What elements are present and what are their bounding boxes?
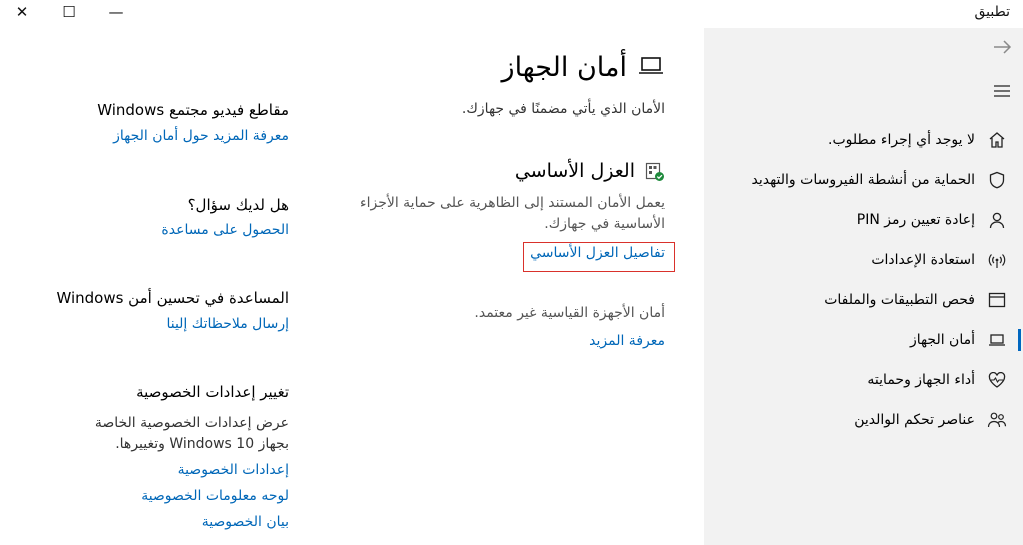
privacy-dashboard-link[interactable]: لوحه معلومات الخصوصية: [141, 488, 289, 504]
nav-virus-protection[interactable]: الحماية من أنشطة الفيروسات والتهديد: [704, 160, 1023, 200]
privacy-description: عرض إعدادات الخصوصية الخاصة بجهاز Window…: [95, 413, 289, 455]
nav-label: الحماية من أنشطة الفيروسات والتهديد: [751, 172, 976, 188]
nav-label: أمان الجهاز: [909, 332, 975, 348]
privacy-statement-link[interactable]: بيان الخصوصية: [202, 514, 289, 530]
back-arrow-icon[interactable]: [991, 36, 1013, 58]
videos-heading: مقاطع فيديو مجتمع Windows: [97, 101, 289, 119]
nav-label: عناصر تحكم الوالدين: [854, 412, 975, 428]
core-isolation-description: يعمل الأمان المستند إلى الظاهرية على حما…: [335, 193, 665, 235]
question-heading: هل لديك سؤال؟: [187, 196, 289, 214]
nav-family-options[interactable]: عناصر تحكم الوالدين: [704, 400, 1023, 440]
core-isolation-icon: [645, 162, 665, 186]
laptop-icon: [638, 56, 664, 80]
get-help-link[interactable]: الحصول على مساعدة: [161, 222, 289, 238]
learn-more-link[interactable]: معرفة المزيد: [589, 333, 665, 349]
hamburger-menu-icon[interactable]: [991, 80, 1013, 102]
browser-window-icon: [977, 280, 1017, 320]
nav-app-browser-control[interactable]: فحص التطبيقات والملفات: [704, 280, 1023, 320]
privacy-heading: تغيير إعدادات الخصوصية: [136, 383, 289, 401]
core-isolation-details-link[interactable]: تفاصيل العزل الأساسي: [530, 245, 665, 261]
page-subtitle: الأمان الذي يأتي مضمنًا في جهازك.: [461, 101, 665, 117]
nav-label: إعادة تعيين رمز PIN: [856, 212, 975, 228]
learn-more-device-security-link[interactable]: معرفة المزيد حول أمان الجهاز: [113, 128, 289, 144]
nav-label: فحص التطبيقات والملفات: [824, 292, 975, 308]
nav-device-performance[interactable]: أداء الجهاز وحمايته: [704, 360, 1023, 400]
wireless-icon: [977, 240, 1017, 280]
shield-icon: [977, 160, 1017, 200]
description-line: الأساسية في جهازك.: [544, 216, 665, 232]
nav-label: أداء الجهاز وحمايته: [867, 372, 975, 388]
nav-firewall[interactable]: استعادة الإعدادات: [704, 240, 1023, 280]
improve-heading: المساعدة في تحسين أمن Windows: [56, 289, 289, 307]
app-title: تطبيق: [974, 4, 1010, 20]
page-title: أمان الجهاز: [501, 52, 627, 83]
description-line: عرض إعدادات الخصوصية الخاصة: [94, 415, 289, 431]
maximize-button[interactable]: ☐: [59, 2, 79, 22]
person-icon: [977, 200, 1017, 240]
nav-account-protection[interactable]: إعادة تعيين رمز PIN: [704, 200, 1023, 240]
core-isolation-title: العزل الأساسي: [514, 160, 635, 182]
send-feedback-link[interactable]: إرسال ملاحظاتك إلينا: [166, 316, 289, 332]
close-button[interactable]: ✕: [12, 2, 32, 22]
heart-icon: [977, 360, 1017, 400]
laptop-icon: [977, 320, 1017, 360]
nav-label: لا يوجد أي إجراء مطلوب.: [828, 132, 975, 148]
family-icon: [977, 400, 1017, 440]
nav-home[interactable]: لا يوجد أي إجراء مطلوب.: [704, 120, 1023, 160]
nav-device-security[interactable]: أمان الجهاز: [704, 320, 1023, 360]
sidebar: لا يوجد أي إجراء مطلوب. الحماية من أنشطة…: [704, 28, 1023, 545]
hardware-security-note: أمان الأجهزة القياسية غير معتمد.: [474, 305, 665, 321]
home-icon: [977, 120, 1017, 160]
description-line: يعمل الأمان المستند إلى الظاهرية على حما…: [360, 195, 665, 211]
nav-label: استعادة الإعدادات: [871, 252, 975, 268]
privacy-settings-link[interactable]: إعدادات الخصوصية: [178, 462, 289, 478]
minimize-button[interactable]: —: [106, 2, 126, 22]
description-line: بجهاز Windows 10 وتغييرها.: [115, 436, 289, 452]
